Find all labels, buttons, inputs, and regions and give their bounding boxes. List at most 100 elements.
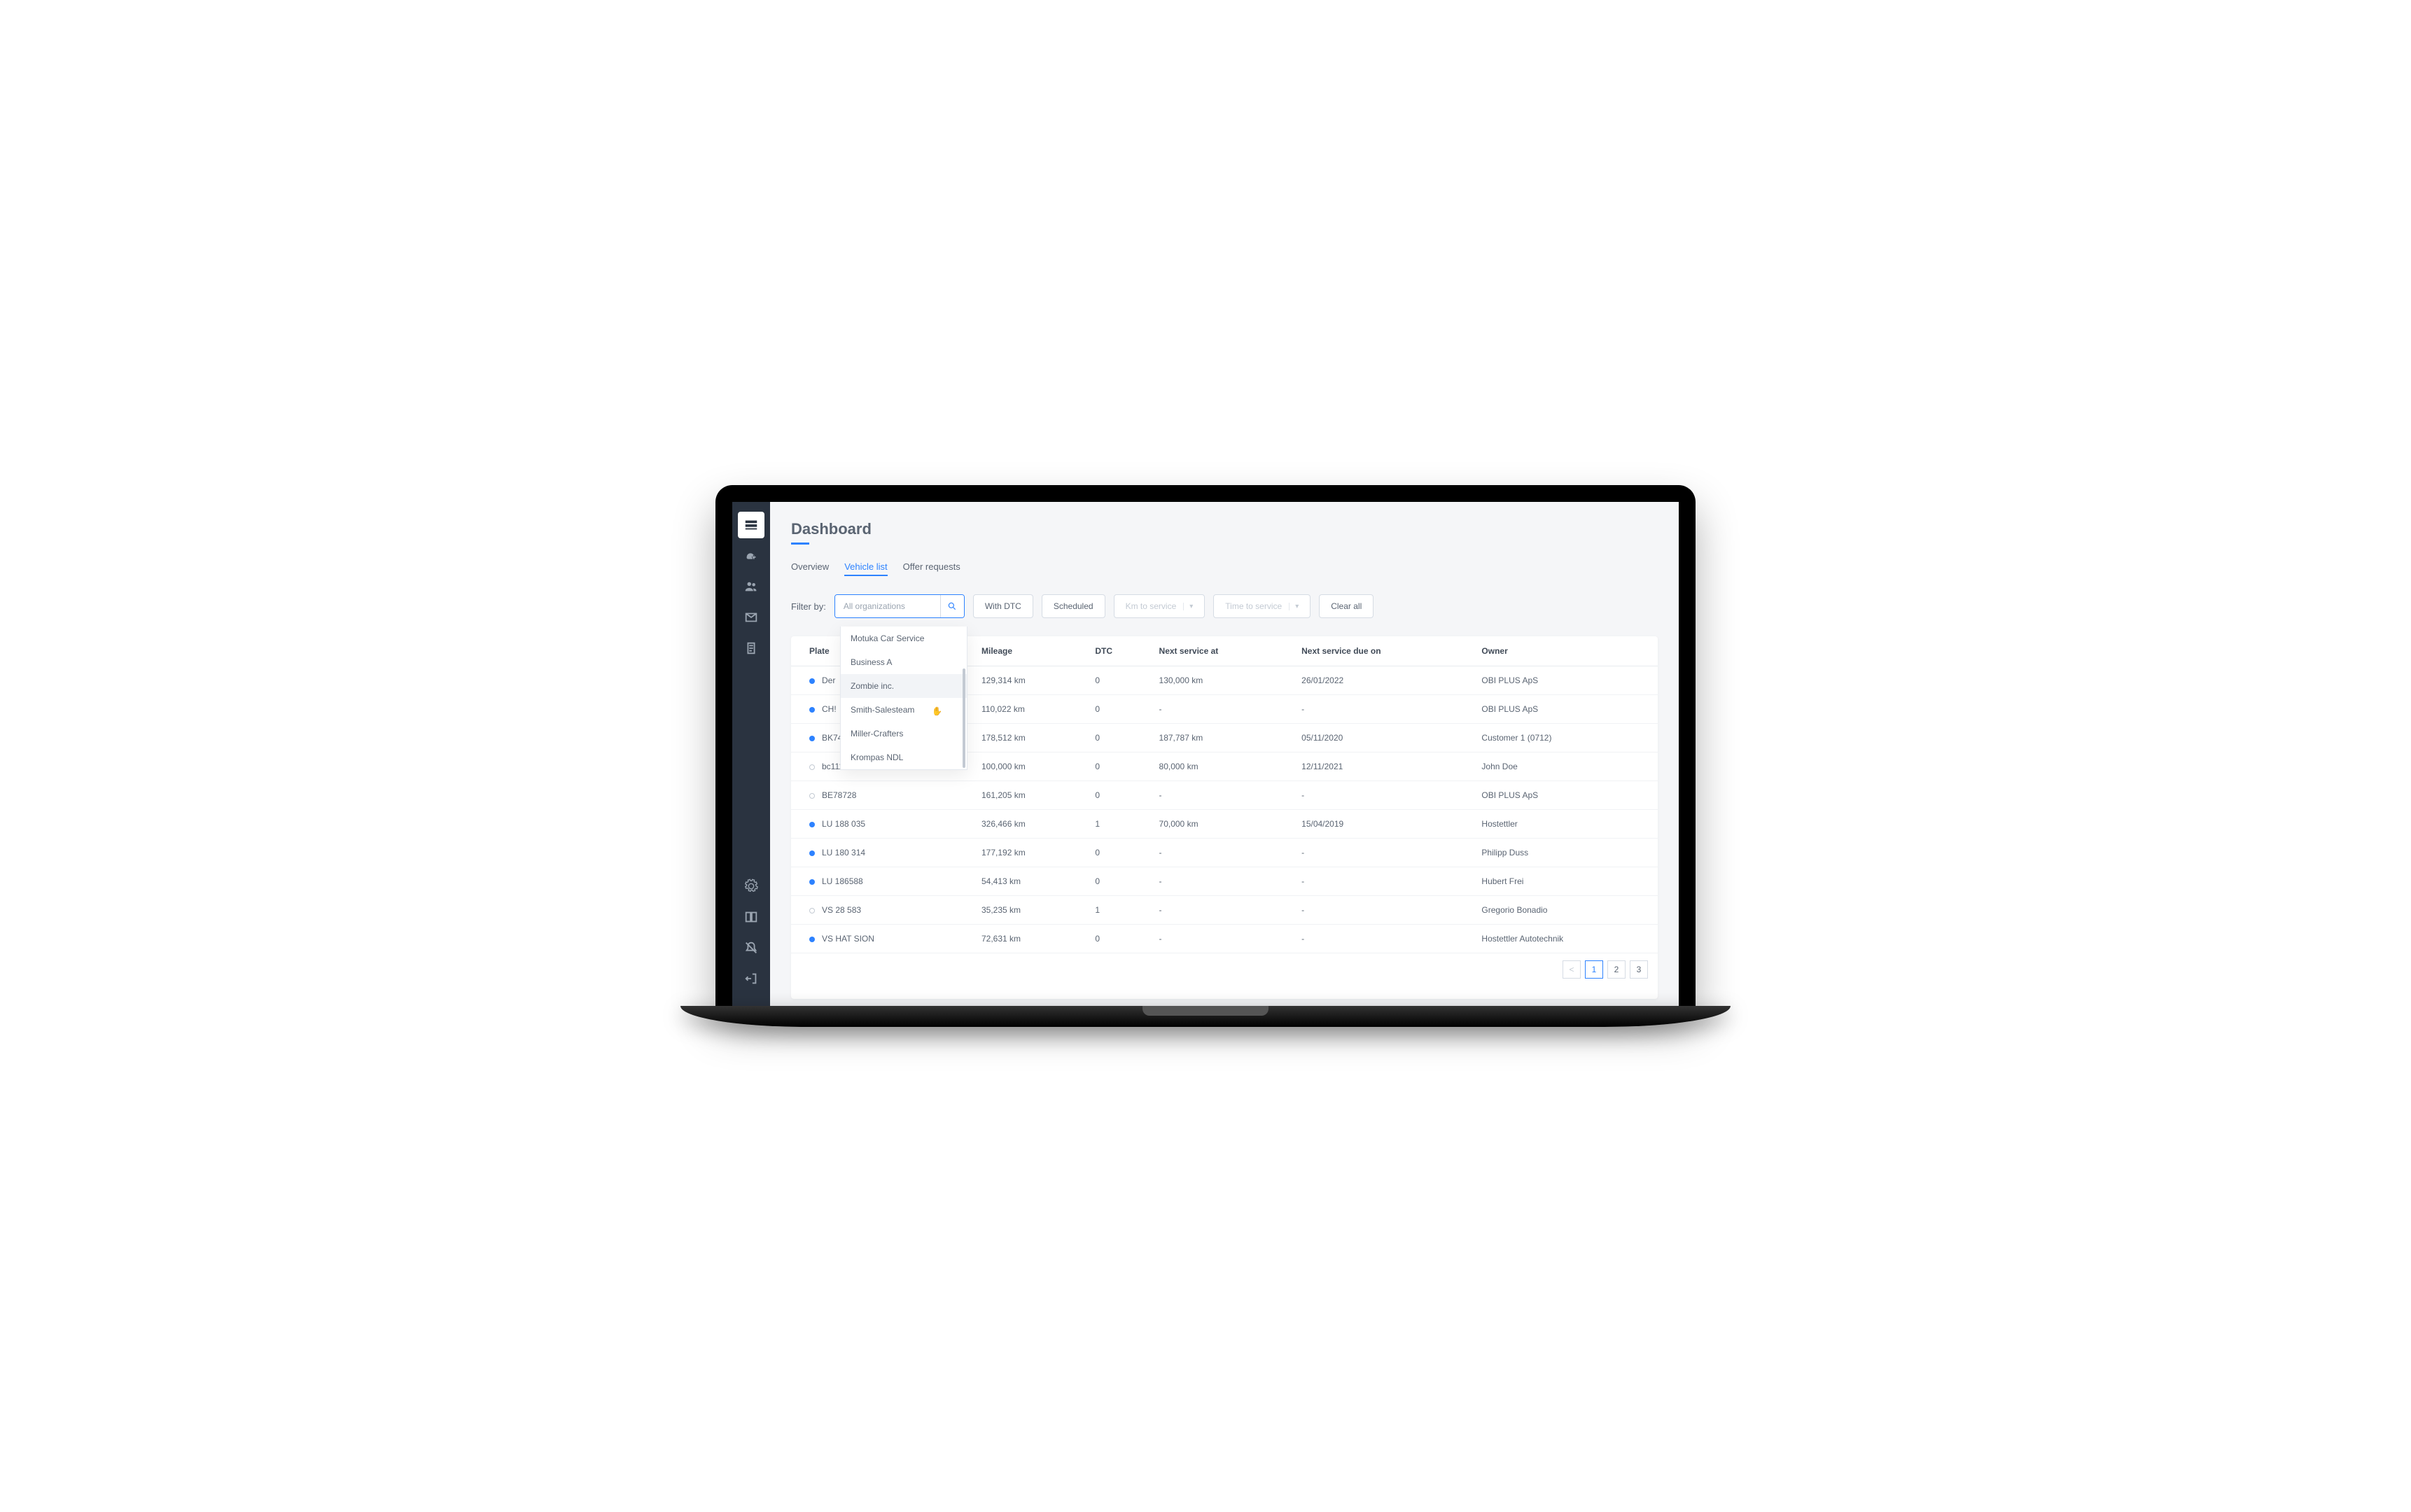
cell-mileage: 110,022 km [973, 695, 1086, 724]
status-dot [809, 736, 815, 741]
nav-dashboard[interactable] [738, 512, 764, 538]
status-dot [809, 908, 815, 913]
table-row[interactable]: BE78728161,205 km0--OBI PLUS ApS [791, 781, 1658, 810]
organization-filter [834, 594, 965, 618]
col-next-due[interactable]: Next service due on [1293, 636, 1473, 666]
page-prev[interactable]: < [1563, 960, 1581, 979]
filter-scheduled[interactable]: Scheduled [1042, 594, 1105, 618]
table-row[interactable]: VS HAT SION72,631 km0--Hostettler Autote… [791, 925, 1658, 953]
people-icon [743, 579, 759, 594]
dropdown-scrollbar[interactable] [963, 668, 965, 768]
col-dtc[interactable]: DTC [1086, 636, 1150, 666]
filter-label: Filter by: [791, 601, 826, 612]
cell-mileage: 35,235 km [973, 896, 1086, 925]
cell-dtc: 0 [1086, 839, 1150, 867]
nav-settings[interactable] [738, 873, 764, 899]
dropdown-option[interactable]: Business A [841, 650, 967, 674]
cell-next-at: - [1151, 695, 1294, 724]
filter-time-to-service[interactable]: Time to service ▾ [1213, 594, 1311, 618]
dashboard-icon [743, 517, 759, 533]
nav-add-vehicle[interactable] [738, 542, 764, 569]
cell-next-at: - [1151, 781, 1294, 810]
cell-dtc: 0 [1086, 781, 1150, 810]
cell-next-at: - [1151, 839, 1294, 867]
cell-next-at: - [1151, 867, 1294, 896]
title-underline [791, 542, 809, 545]
cell-plate: LU 180 314 [822, 848, 865, 858]
cell-dtc: 0 [1086, 752, 1150, 781]
cell-mileage: 326,466 km [973, 810, 1086, 839]
dropdown-option[interactable]: Smith-Salesteam [841, 698, 967, 722]
tab-vehicle-list[interactable]: Vehicle list [844, 561, 887, 576]
page-3[interactable]: 3 [1630, 960, 1648, 979]
dropdown-option[interactable]: Zombie inc. [841, 674, 967, 698]
cell-owner: Hostettler Autotechnik [1473, 925, 1658, 953]
col-owner[interactable]: Owner [1473, 636, 1658, 666]
organization-input[interactable] [835, 595, 940, 617]
filter-with-dtc[interactable]: With DTC [973, 594, 1033, 618]
cell-next-due: 12/11/2021 [1293, 752, 1473, 781]
cell-owner: Hubert Frei [1473, 867, 1658, 896]
tab-offer-requests[interactable]: Offer requests [903, 561, 960, 576]
cell-next-due: - [1293, 695, 1473, 724]
cell-owner: OBI PLUS ApS [1473, 666, 1658, 695]
cell-owner: OBI PLUS ApS [1473, 781, 1658, 810]
cell-mileage: 129,314 km [973, 666, 1086, 695]
cell-dtc: 1 [1086, 896, 1150, 925]
tabs: Overview Vehicle list Offer requests [791, 561, 1658, 576]
app-screen: Dashboard Overview Vehicle list Offer re… [732, 502, 1679, 1006]
km-to-service-label: Km to service [1126, 601, 1177, 611]
table-row[interactable]: LU 18658854,413 km0--Hubert Frei [791, 867, 1658, 896]
cell-owner: Hostettler [1473, 810, 1658, 839]
status-dot [809, 850, 815, 856]
cell-next-due: - [1293, 781, 1473, 810]
table-row[interactable]: LU 188 035326,466 km170,000 km15/04/2019… [791, 810, 1658, 839]
dropdown-option[interactable]: Motuka Car Service [841, 626, 967, 650]
cell-mileage: 54,413 km [973, 867, 1086, 896]
cell-plate: Der [822, 676, 835, 685]
status-dot [809, 793, 815, 799]
filter-km-to-service[interactable]: Km to service ▾ [1114, 594, 1206, 618]
cell-next-due: - [1293, 925, 1473, 953]
cell-next-at: - [1151, 925, 1294, 953]
cell-dtc: 0 [1086, 666, 1150, 695]
table-row[interactable]: VS 28 58335,235 km1--Gregorio Bonadio [791, 896, 1658, 925]
nav-logout[interactable] [738, 965, 764, 992]
cell-dtc: 0 [1086, 724, 1150, 752]
chevron-down-icon: ▾ [1183, 603, 1193, 610]
organization-dropdown: Motuka Car Service Business A Zombie inc… [840, 626, 967, 770]
dropdown-option[interactable]: Krompas NDL [841, 746, 967, 769]
page-2[interactable]: 2 [1607, 960, 1626, 979]
filter-clear-all[interactable]: Clear all [1319, 594, 1374, 618]
col-mileage[interactable]: Mileage [973, 636, 1086, 666]
page-title: Dashboard [791, 520, 1658, 538]
cell-plate: VS 28 583 [822, 905, 861, 915]
gear-icon [743, 878, 759, 894]
page-1[interactable]: 1 [1585, 960, 1603, 979]
cursor-icon: ✋ [932, 706, 942, 716]
organization-search-button[interactable] [940, 595, 964, 617]
status-dot [809, 937, 815, 942]
table-row[interactable]: LU 180 314177,192 km0--Philipp Duss [791, 839, 1658, 867]
book-icon [743, 909, 759, 925]
nav-notifications[interactable] [738, 934, 764, 961]
cell-next-at: 80,000 km [1151, 752, 1294, 781]
search-icon [947, 601, 957, 611]
cell-plate: BE78728 [822, 790, 856, 800]
time-to-service-label: Time to service [1225, 601, 1282, 611]
col-next-at[interactable]: Next service at [1151, 636, 1294, 666]
cell-next-at: 130,000 km [1151, 666, 1294, 695]
status-dot [809, 822, 815, 827]
nav-docs[interactable] [738, 904, 764, 930]
nav-messages[interactable] [738, 604, 764, 631]
cell-mileage: 161,205 km [973, 781, 1086, 810]
nav-customers[interactable] [738, 573, 764, 600]
cell-next-at: - [1151, 896, 1294, 925]
cell-next-due: 05/11/2020 [1293, 724, 1473, 752]
dropdown-option[interactable]: Miller-Crafters [841, 722, 967, 746]
status-dot [809, 678, 815, 684]
filter-bar: Filter by: With DTC Scheduled Km to serv… [791, 594, 1658, 618]
cell-next-at: 187,787 km [1151, 724, 1294, 752]
tab-overview[interactable]: Overview [791, 561, 829, 576]
nav-reports[interactable] [738, 635, 764, 662]
